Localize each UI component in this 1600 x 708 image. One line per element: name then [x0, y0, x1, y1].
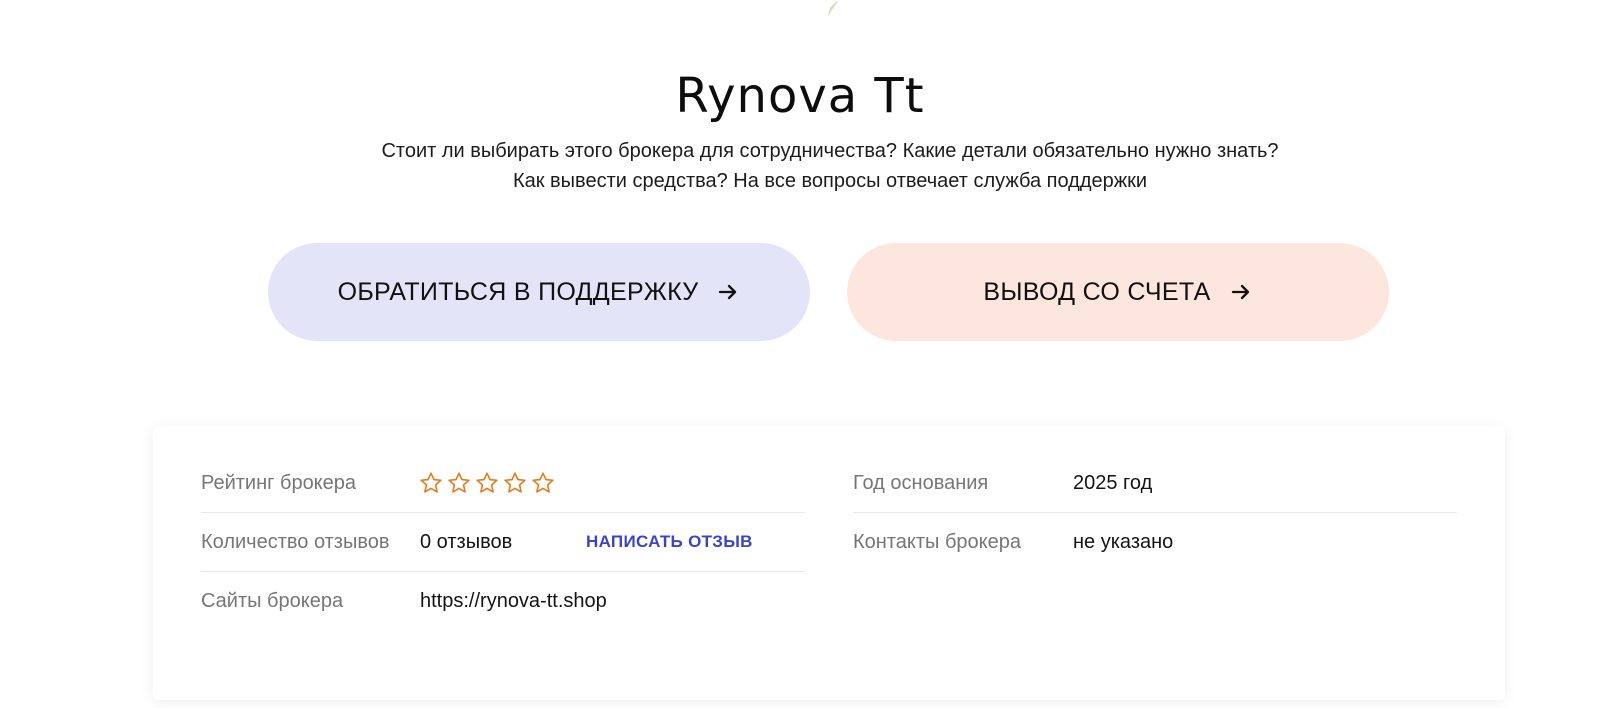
arrow-right-icon: [1231, 284, 1249, 300]
withdraw-funds-label: ВЫВОД СО СЧЕТА: [983, 277, 1211, 306]
star-outline-icon[interactable]: [475, 471, 499, 495]
page-title: Rynova Tt: [675, 68, 925, 124]
broker-info-card: Рейтинг брокера Количество отзывов 0 отз…: [153, 426, 1505, 700]
founded-label: Год основания: [853, 471, 989, 494]
contacts-row: Контакты брокера не указано: [853, 513, 1457, 572]
contacts-value: не указано: [1073, 531, 1174, 553]
reviews-count: 0 отзывов: [420, 530, 513, 553]
sites-value[interactable]: https://rynova-tt.shop: [420, 590, 607, 613]
sites-label: Сайты брокера: [201, 590, 344, 612]
star-outline-icon[interactable]: [419, 471, 443, 495]
broker-page: Rynova Tt Стоит ли выбирать этого брокер…: [0, 0, 1600, 708]
rating-label: Рейтинг брокера: [201, 471, 357, 494]
star-outline-icon[interactable]: [503, 471, 527, 495]
leaf-icon: [828, 0, 839, 16]
rating-stars[interactable]: [419, 471, 555, 495]
sites-row: Сайты брокера https://rynova-tt.shop: [201, 572, 805, 631]
rating-row: Рейтинг брокера: [201, 454, 805, 513]
reviews-label: Количество отзывов: [201, 530, 390, 553]
founded-value: 2025 год: [1073, 471, 1153, 494]
star-outline-icon[interactable]: [447, 471, 471, 495]
star-outline-icon[interactable]: [531, 471, 555, 495]
founded-row: Год основания 2025 год: [853, 454, 1457, 513]
broker-info-left-column: Рейтинг брокера Количество отзывов 0 отз…: [201, 454, 805, 631]
contact-support-label: ОБРАТИТЬСЯ В ПОДДЕРЖКУ: [337, 277, 699, 306]
reviews-row: Количество отзывов 0 отзывов НАПИСАТЬ ОТ…: [201, 513, 805, 572]
withdraw-funds-button[interactable]: ВЫВОД СО СЧЕТА: [847, 243, 1389, 341]
page-description: Стоит ли выбирать этого брокера для сотр…: [381, 140, 1279, 192]
write-review-link[interactable]: НАПИСАТЬ ОТЗЫВ: [586, 532, 753, 552]
contact-support-button[interactable]: ОБРАТИТЬСЯ В ПОДДЕРЖКУ: [268, 243, 810, 341]
broker-info-right-column: Год основания 2025 год Контакты брокера …: [853, 454, 1457, 572]
contacts-label: Контакты брокера: [853, 531, 1021, 553]
arrow-right-icon: [719, 284, 737, 300]
